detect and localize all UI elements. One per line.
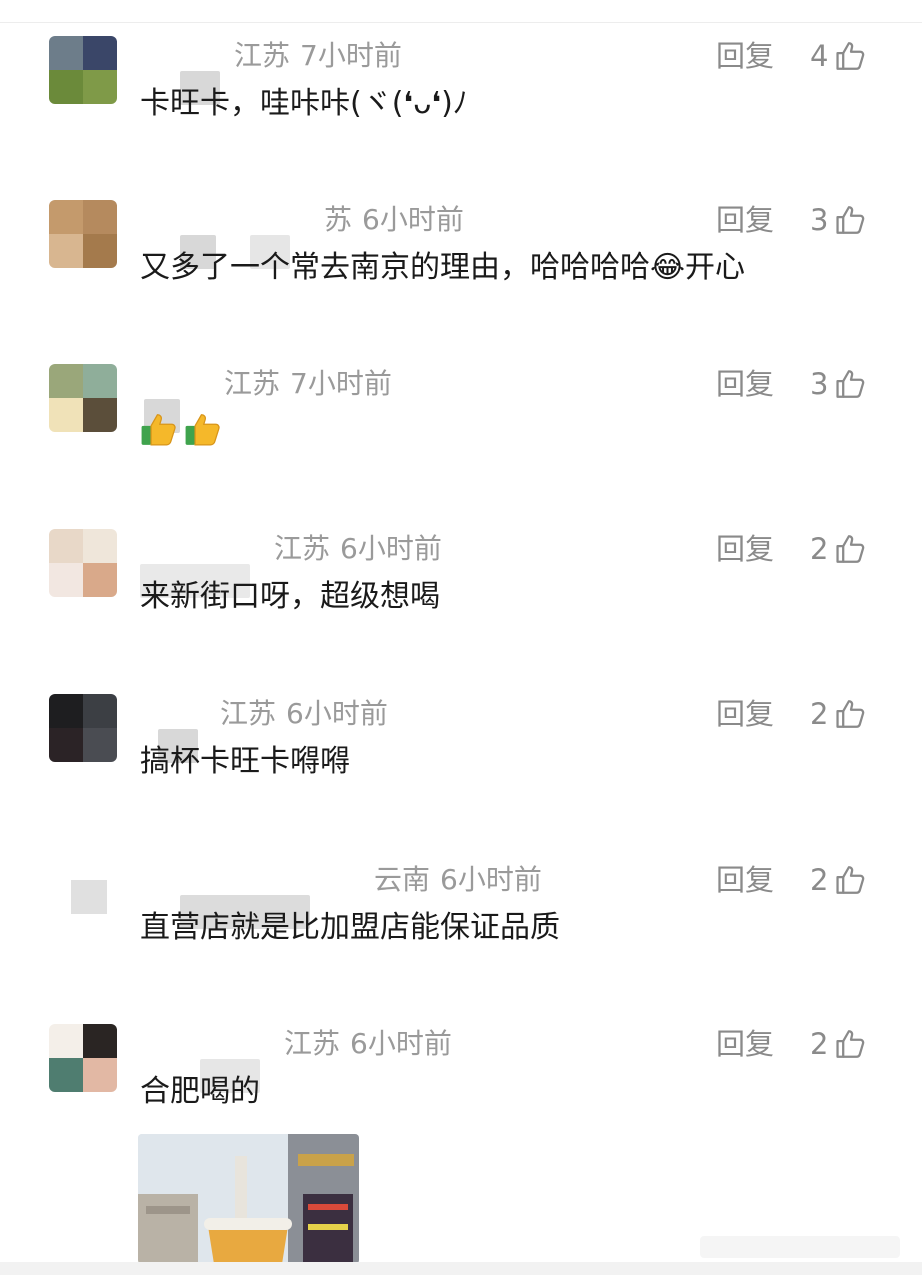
comment-text: 合肥喝的 bbox=[140, 1074, 260, 1109]
comment-text: 又多了一个常去南京的理由，哈哈哈哈😂开心 bbox=[140, 250, 746, 285]
timestamp: 6小时前 bbox=[350, 1027, 452, 1060]
thumbs-up-outline-icon bbox=[836, 370, 865, 398]
reply-button[interactable]: 回复 bbox=[716, 362, 774, 406]
comment-meta: 江苏 6小时前 bbox=[140, 1022, 452, 1093]
comment-item: 江苏 6小时前 回复 2 搞杯卡旺卡嘚嘚 bbox=[0, 680, 922, 840]
reply-button[interactable]: 回复 bbox=[716, 1022, 774, 1066]
comment-item: 江苏 7小时前 回复 4 卡旺卡，哇咔咔(ヾ(❛ᴗ❛)ﾉ bbox=[0, 22, 922, 182]
comment-item: 江苏 7小时前 回复 3 bbox=[0, 350, 922, 510]
like-count: 2 bbox=[810, 863, 829, 897]
region: 江苏 bbox=[274, 532, 331, 565]
reply-button[interactable]: 回复 bbox=[716, 692, 774, 736]
thumbs-up-outline-icon bbox=[836, 535, 865, 563]
avatar[interactable] bbox=[49, 364, 117, 432]
comment-photo[interactable] bbox=[138, 1134, 359, 1264]
comment-meta: 苏 6小时前 bbox=[140, 198, 464, 269]
comment-meta: 江苏 7小时前 bbox=[140, 34, 402, 105]
like-button[interactable]: 2 bbox=[810, 527, 868, 571]
region: 江苏 bbox=[220, 697, 277, 730]
comment-item: 云南 6小时前 回复 2 直营店就是比加盟店能保证品质 bbox=[0, 846, 922, 1006]
comment-text: 搞杯卡旺卡嘚嘚 bbox=[140, 744, 350, 779]
reply-button[interactable]: 回复 bbox=[716, 527, 774, 571]
comment-text: 来新街口呀，超级想喝 bbox=[140, 579, 440, 614]
thumbs-up-emoji-icon bbox=[141, 414, 176, 446]
like-button[interactable]: 3 bbox=[810, 362, 868, 406]
like-button[interactable]: 4 bbox=[810, 34, 868, 78]
thumbs-up-outline-icon bbox=[836, 206, 865, 234]
like-button[interactable]: 2 bbox=[810, 1022, 868, 1066]
thumbs-up-outline-icon bbox=[836, 866, 865, 894]
comment-meta: 云南 6小时前 bbox=[140, 858, 542, 929]
comment-text: 直营店就是比加盟店能保证品质 bbox=[140, 910, 560, 945]
timestamp: 7小时前 bbox=[300, 39, 402, 72]
thumbs-up-outline-icon bbox=[836, 42, 865, 70]
like-button[interactable]: 2 bbox=[810, 858, 868, 902]
thumbs-up-outline-icon bbox=[836, 1030, 865, 1058]
comment-meta: 江苏 6小时前 bbox=[140, 527, 442, 598]
comment-meta: 江苏 6小时前 bbox=[140, 692, 388, 763]
like-button[interactable]: 3 bbox=[810, 198, 868, 242]
timestamp: 6小时前 bbox=[286, 697, 388, 730]
timestamp: 6小时前 bbox=[362, 203, 464, 236]
like-count: 3 bbox=[810, 367, 829, 401]
avatar[interactable] bbox=[49, 529, 117, 597]
region: 苏 bbox=[324, 203, 353, 236]
reply-button[interactable]: 回复 bbox=[716, 34, 774, 78]
like-count: 3 bbox=[810, 203, 829, 237]
reply-button[interactable]: 回复 bbox=[716, 198, 774, 242]
bottom-bar bbox=[0, 1262, 922, 1275]
region: 江苏 bbox=[284, 1027, 341, 1060]
reply-button[interactable]: 回复 bbox=[716, 858, 774, 902]
thumbs-up-outline-icon bbox=[836, 700, 865, 728]
region: 江苏 bbox=[234, 39, 291, 72]
comment-meta: 江苏 7小时前 bbox=[140, 362, 392, 433]
timestamp: 7小时前 bbox=[290, 367, 392, 400]
photo-street-scene bbox=[138, 1134, 359, 1264]
like-count: 2 bbox=[810, 697, 829, 731]
comment-item: 江苏 6小时前 回复 2 来新街口呀，超级想喝 bbox=[0, 515, 922, 675]
comment-item: 苏 6小时前 回复 3 又多了一个常去南京的理由，哈哈哈哈😂开心 bbox=[0, 186, 922, 346]
region: 云南 bbox=[374, 863, 431, 896]
timestamp: 6小时前 bbox=[440, 863, 542, 896]
scrollbar-thumb[interactable] bbox=[700, 1236, 900, 1258]
like-button[interactable]: 2 bbox=[810, 692, 868, 736]
thumbs-up-emoji-icon bbox=[185, 414, 220, 446]
avatar[interactable] bbox=[49, 860, 117, 928]
like-count: 4 bbox=[810, 39, 829, 73]
comment-emoji-row bbox=[140, 410, 222, 448]
comment-text: 卡旺卡，哇咔咔(ヾ(❛ᴗ❛)ﾉ bbox=[140, 86, 468, 121]
region: 江苏 bbox=[224, 367, 281, 400]
avatar[interactable] bbox=[49, 1024, 117, 1092]
timestamp: 6小时前 bbox=[340, 532, 442, 565]
avatar[interactable] bbox=[49, 694, 117, 762]
like-count: 2 bbox=[810, 532, 829, 566]
avatar[interactable] bbox=[49, 200, 117, 268]
avatar[interactable] bbox=[49, 36, 117, 104]
like-count: 2 bbox=[810, 1027, 829, 1061]
